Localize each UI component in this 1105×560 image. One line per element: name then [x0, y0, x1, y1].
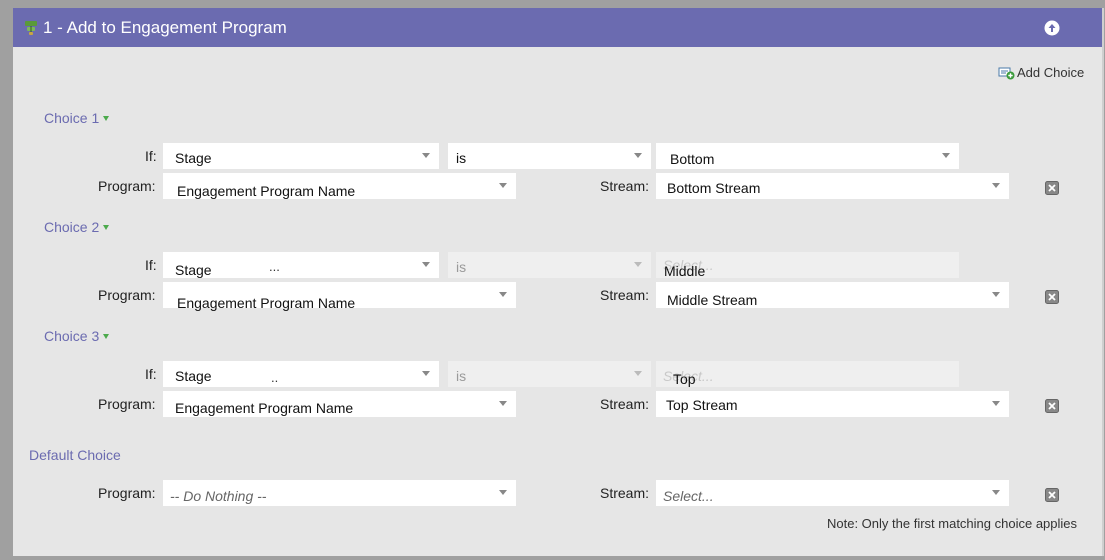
flow-step-panel: 1 - Add to Engagement Program Add Choice…	[13, 8, 1104, 556]
choice-3-if-select[interactable]: Stage ..	[163, 361, 439, 387]
choice-1-stream-select[interactable]: Bottom Stream	[656, 173, 1009, 199]
choice-2-expand-icon	[103, 225, 110, 230]
chevron-down-icon	[942, 153, 950, 158]
choice-2-if-dots: ...	[269, 259, 280, 274]
chevron-down-icon	[992, 183, 1000, 188]
choice-3-stream-label: Stream:	[600, 396, 650, 412]
chevron-down-icon	[634, 153, 642, 158]
chevron-down-icon	[634, 262, 642, 267]
flow-step-title: 1 - Add to Engagement Program	[43, 18, 287, 37]
choice-1-value: Bottom	[670, 151, 715, 167]
choice-1-label: Choice 1	[44, 110, 100, 126]
chevron-down-icon	[634, 371, 642, 376]
choice-1-expand-icon	[103, 116, 110, 121]
flow-step-icon	[25, 21, 37, 35]
add-choice-label: Add Choice	[1017, 65, 1085, 80]
choice-1-operator-value: is	[456, 150, 467, 166]
choice-2-stream-value: Middle Stream	[667, 292, 758, 308]
choice-3-value-overlay: Top	[673, 371, 696, 387]
choice-2-program-select[interactable]: Engagement Program Name	[163, 282, 516, 311]
choice-1-stream-label: Stream:	[600, 178, 650, 194]
choice-2-program-label: Program:	[98, 287, 156, 303]
choice-2-if-value: Stage	[175, 262, 212, 278]
choice-2-stream-label: Stream:	[600, 287, 650, 303]
choice-2-label: Choice 2	[44, 219, 100, 235]
flow-step-header[interactable]: 1 - Add to Engagement Program	[13, 8, 1102, 47]
chevron-down-icon	[422, 153, 430, 158]
choice-3-program-select[interactable]: Engagement Program Name	[163, 391, 516, 417]
choice-2-if-select[interactable]: Stage ...	[163, 252, 439, 278]
choice-2-program-value: Engagement Program Name	[177, 295, 356, 311]
choice-3-delete-icon[interactable]	[1045, 399, 1059, 413]
choice-3-label: Choice 3	[44, 328, 100, 344]
add-choice-button[interactable]: Add Choice	[998, 65, 1084, 80]
choice-1-stream-value: Bottom Stream	[667, 180, 761, 196]
choice-1-operator-select[interactable]: is	[448, 143, 651, 169]
choice-1-program-select[interactable]: Engagement Program Name	[163, 173, 516, 199]
choice-2-value-overlay: Middle	[664, 263, 706, 279]
choice-3-expand-icon	[103, 334, 110, 339]
chevron-down-icon	[499, 292, 507, 297]
choice-2-stream-select[interactable]: Middle Stream	[656, 282, 1009, 308]
choice-3-program-value: Engagement Program Name	[175, 400, 354, 416]
choice-3-program-label: Program:	[98, 396, 156, 412]
choice-3-stream-value: Top Stream	[666, 397, 738, 413]
choice-2-if-label: If:	[145, 257, 157, 273]
choice-2-operator-value: is	[456, 259, 467, 275]
choice-1-delete-icon[interactable]	[1045, 181, 1059, 195]
chevron-down-icon	[992, 292, 1000, 297]
default-stream-placeholder: Select...	[663, 488, 714, 504]
choice-3-toggle[interactable]: Choice 3	[44, 328, 110, 344]
choice-1-toggle[interactable]: Choice 1	[44, 110, 110, 126]
choice-1-program-value: Engagement Program Name	[177, 183, 356, 199]
chevron-down-icon	[422, 371, 430, 376]
choice-1-if-label: If:	[145, 148, 157, 164]
choice-3-if-dots: ..	[271, 370, 279, 385]
chevron-down-icon	[422, 262, 430, 267]
choice-2-value-select[interactable]: Select... Middle	[656, 252, 959, 279]
chevron-down-icon	[499, 401, 507, 406]
choice-3-operator-value: is	[456, 368, 467, 384]
choice-2-delete-icon[interactable]	[1045, 290, 1059, 304]
matching-note: Note: Only the first matching choice app…	[827, 516, 1078, 531]
default-stream-label: Stream:	[600, 485, 650, 501]
default-program-label: Program:	[98, 485, 156, 501]
default-program-value: -- Do Nothing --	[170, 488, 267, 504]
choice-3-value-select[interactable]: Select... Top	[656, 361, 959, 387]
choice-3-operator-select[interactable]: is	[448, 361, 651, 387]
choice-1-if-select[interactable]: Stage	[163, 143, 439, 169]
choice-1-if-value: Stage	[175, 150, 212, 166]
choice-1-program-label: Program:	[98, 178, 156, 194]
choice-3-stream-select[interactable]: Top Stream	[656, 391, 1009, 417]
default-choice-label: Default Choice	[29, 447, 121, 463]
choice-1-value-select[interactable]: Bottom	[656, 143, 959, 169]
chevron-down-icon	[499, 490, 507, 495]
collapse-up-icon[interactable]	[1044, 20, 1060, 36]
chevron-down-icon	[992, 401, 1000, 406]
default-stream-select[interactable]: Select...	[656, 480, 1009, 506]
chevron-down-icon	[992, 490, 1000, 495]
choice-2-operator-select[interactable]: is	[448, 252, 651, 278]
choice-3-if-value: Stage	[175, 368, 212, 384]
chevron-down-icon	[499, 183, 507, 188]
add-choice-icon	[998, 67, 1015, 80]
choice-2-toggle[interactable]: Choice 2	[44, 219, 110, 235]
default-program-select[interactable]: -- Do Nothing --	[163, 480, 516, 506]
default-choice-delete-icon[interactable]	[1045, 488, 1059, 502]
choice-3-if-label: If:	[145, 366, 157, 382]
